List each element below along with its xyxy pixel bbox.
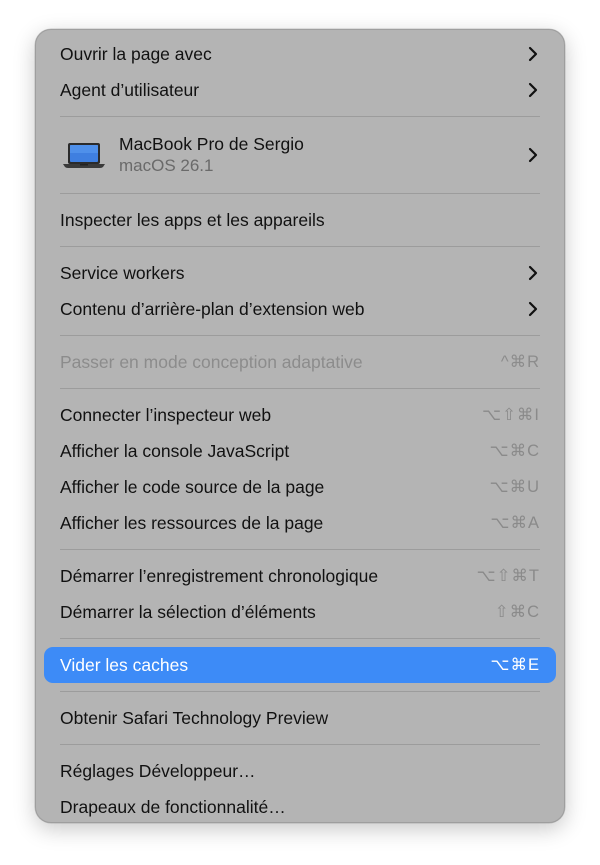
- menu-separator: [60, 246, 540, 247]
- chevron-right-icon: [526, 301, 540, 317]
- menu-item-device[interactable]: MacBook Pro de Sergio macOS 26.1: [44, 125, 556, 185]
- keyboard-shortcut: ⌥⇧⌘T: [476, 567, 540, 585]
- menu-item-start-timeline[interactable]: Démarrer l’enregistrement chronologique …: [44, 558, 556, 594]
- keyboard-shortcut: ⌥⌘E: [490, 656, 540, 674]
- keyboard-shortcut: ⌥⌘A: [490, 514, 540, 532]
- menu-item-label: Vider les caches: [60, 654, 189, 675]
- menu-separator: [60, 335, 540, 336]
- menu-item-connect-inspector[interactable]: Connecter l’inspecteur web ⌥⇧⌘I: [44, 397, 556, 433]
- keyboard-shortcut: ⌥⌘U: [489, 478, 540, 496]
- menu-item-show-resources[interactable]: Afficher les ressources de la page ⌥⌘A: [44, 505, 556, 541]
- chevron-right-icon: [526, 46, 540, 62]
- menu-separator: [60, 193, 540, 194]
- keyboard-shortcut: ⌥⇧⌘I: [482, 406, 540, 424]
- menu-item-extension-background[interactable]: Contenu d’arrière-plan d’extension web: [44, 291, 556, 327]
- menu-item-label: Service workers: [60, 262, 185, 283]
- menu-item-get-stp[interactable]: Obtenir Safari Technology Preview: [44, 700, 556, 736]
- menu-item-label: Contenu d’arrière-plan d’extension web: [60, 298, 365, 319]
- menu-item-label: Drapeaux de fonctionnalité…: [60, 796, 286, 817]
- menu-separator: [60, 638, 540, 639]
- menu-item-developer-settings[interactable]: Réglages Développeur…: [44, 753, 556, 789]
- menu-separator: [60, 549, 540, 550]
- keyboard-shortcut: ⌥⌘C: [489, 442, 540, 460]
- chevron-right-icon: [526, 265, 540, 281]
- menu-item-inspect-apps[interactable]: Inspecter les apps et les appareils: [44, 202, 556, 238]
- keyboard-shortcut: ^⌘R: [500, 353, 540, 371]
- chevron-right-icon: [526, 147, 540, 163]
- menu-item-empty-caches[interactable]: Vider les caches ⌥⌘E: [44, 647, 556, 683]
- laptop-icon: [62, 140, 106, 170]
- menu-item-label: Ouvrir la page avec: [60, 43, 212, 64]
- menu-item-responsive-mode: Passer en mode conception adaptative ^⌘R: [44, 344, 556, 380]
- menu-item-service-workers[interactable]: Service workers: [44, 255, 556, 291]
- device-name: MacBook Pro de Sergio: [119, 134, 304, 154]
- menu-item-feature-flags[interactable]: Drapeaux de fonctionnalité…: [44, 789, 556, 825]
- menu-separator: [60, 388, 540, 389]
- menu-item-label: Afficher la console JavaScript: [60, 440, 290, 461]
- menu-item-label: Connecter l’inspecteur web: [60, 404, 272, 425]
- chevron-right-icon: [526, 82, 540, 98]
- menu-item-open-page-with[interactable]: Ouvrir la page avec: [44, 36, 556, 72]
- menu-item-user-agent[interactable]: Agent d’utilisateur: [44, 72, 556, 108]
- menu-item-start-element-selection[interactable]: Démarrer la sélection d’éléments ⇧⌘C: [44, 594, 556, 630]
- menu-item-label: Afficher le code source de la page: [60, 476, 325, 497]
- menu-item-label: Démarrer l’enregistrement chronologique: [60, 565, 379, 586]
- develop-menu: Ouvrir la page avec Agent d’utilisateur …: [35, 29, 565, 823]
- menu-item-label: Passer en mode conception adaptative: [60, 351, 363, 372]
- menu-item-label: Réglages Développeur…: [60, 760, 256, 781]
- device-info: MacBook Pro de Sergio macOS 26.1: [119, 133, 526, 177]
- menu-item-show-source[interactable]: Afficher le code source de la page ⌥⌘U: [44, 469, 556, 505]
- menu-item-show-console[interactable]: Afficher la console JavaScript ⌥⌘C: [44, 433, 556, 469]
- menu-item-label: Inspecter les apps et les appareils: [60, 209, 325, 230]
- menu-item-label: Démarrer la sélection d’éléments: [60, 601, 316, 622]
- menu-separator: [60, 744, 540, 745]
- device-os: macOS 26.1: [119, 156, 214, 175]
- menu-separator: [60, 691, 540, 692]
- menu-separator: [60, 116, 540, 117]
- menu-item-label: Agent d’utilisateur: [60, 79, 200, 100]
- keyboard-shortcut: ⇧⌘C: [494, 603, 540, 621]
- menu-item-label: Obtenir Safari Technology Preview: [60, 707, 329, 728]
- menu-item-label: Afficher les ressources de la page: [60, 512, 324, 533]
